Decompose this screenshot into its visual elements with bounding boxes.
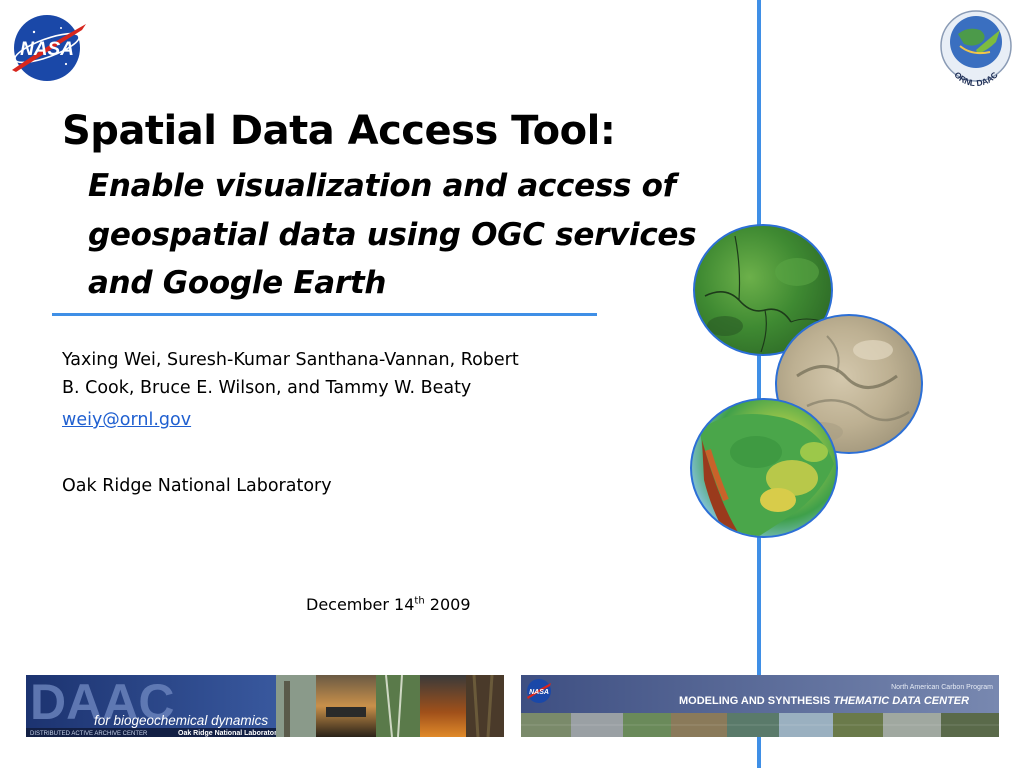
daac-banner-caption: for biogeochemical dynamics: [94, 713, 268, 728]
nasa-logo-text: NASA: [20, 39, 74, 60]
authors-line: Yaxing Wei, Suresh-Kumar Santhana-Vannan…: [62, 350, 519, 370]
slide-subtitle-line: geospatial data using OGC services: [88, 217, 697, 253]
nasa-mini-logo-text: NASA: [529, 689, 549, 696]
nacp-program-label: North American Carbon Program: [891, 684, 993, 691]
mast-dc-title-a: MODELING AND SYNTHESIS: [679, 695, 833, 707]
email-link[interactable]: weiy@ornl.gov: [62, 410, 191, 430]
ornl-daac-logo: ORNL DAAC: [938, 8, 1014, 88]
daac-banner-footer-left: DISTRIBUTED ACTIVE ARCHIVE CENTER: [30, 731, 148, 737]
slide-subtitle-line: Enable visualization and access of: [88, 168, 676, 204]
title-underline: [52, 313, 597, 316]
date-ordinal-suffix: th: [414, 595, 425, 607]
ornl-daac-banner: DAAC for biogeochemical dynamics DISTRIB…: [26, 675, 504, 737]
nacp-mast-dc-banner: NASA North American Carbon Program MODEL…: [521, 675, 999, 737]
slide-title: Spatial Data Access Tool:: [62, 108, 616, 154]
slide-subtitle-line: and Google Earth: [88, 265, 387, 301]
svg-text:MODELING AND SYNTHESIS THEMATI: MODELING AND SYNTHESIS THEMATIC DATA CEN…: [679, 695, 969, 707]
organization: Oak Ridge National Laboratory: [62, 476, 332, 496]
presentation-date: December 14th 2009: [306, 595, 471, 614]
mast-dc-title-b: THEMATIC DATA CENTER: [833, 695, 969, 707]
authors-line: B. Cook, Bruce E. Wilson, and Tammy W. B…: [62, 378, 472, 398]
date-year: 2009: [424, 595, 471, 614]
daac-banner-footer-right: Oak Ridge National Laboratory: [178, 730, 281, 737]
south-america-elevation-globe-image: [690, 398, 838, 538]
vertical-divider: [757, 0, 761, 768]
nasa-logo: NASA: [6, 10, 88, 86]
date-prefix: December 14: [306, 595, 415, 614]
